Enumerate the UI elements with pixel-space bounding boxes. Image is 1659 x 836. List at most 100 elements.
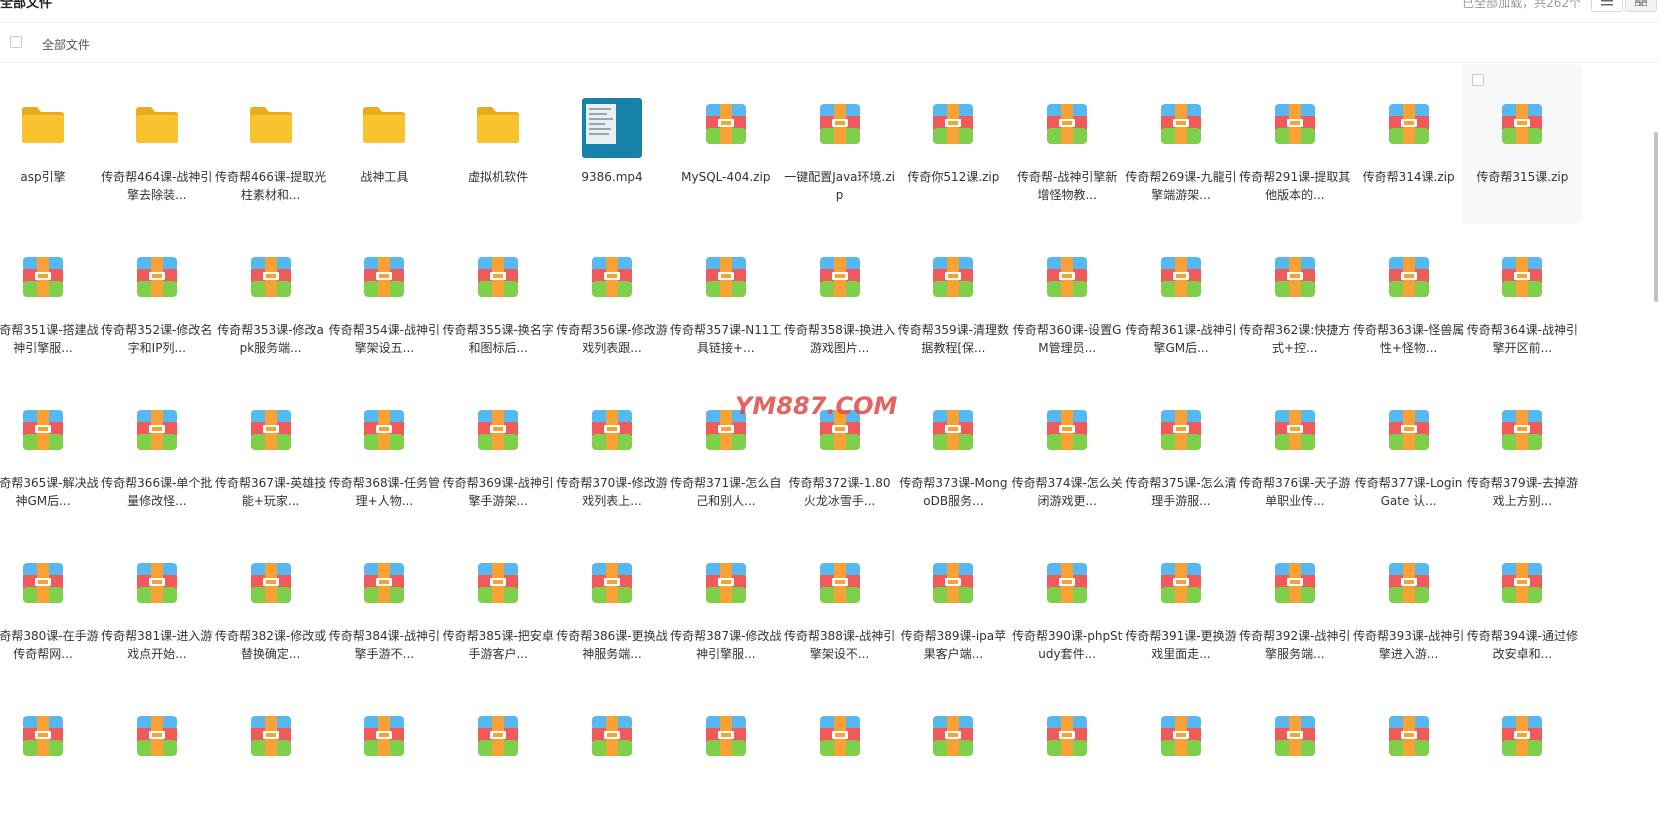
file-name[interactable]: 传奇帮354课-战神引擎架设五... (324, 321, 444, 357)
file-item[interactable] (97, 676, 217, 836)
file-item[interactable]: 传奇帮367课-英雄技能+玩家... (211, 370, 331, 530)
select-all-checkbox[interactable] (10, 36, 22, 48)
file-item[interactable] (438, 676, 558, 836)
file-item[interactable]: 传奇帮387课-修改战神引擎服... (666, 523, 786, 683)
file-item[interactable]: 传奇帮358课-换进入游戏图片... (780, 217, 900, 377)
file-name[interactable]: 传奇帮390课-phpStudy套件... (1007, 627, 1127, 663)
file-name[interactable]: 传奇帮466课-提取光柱素材和... (211, 168, 331, 204)
file-name[interactable]: 传奇帮351课-搭建战神引擎服... (0, 321, 103, 357)
file-item[interactable]: 传奇帮393课-战神引擎进入游... (1349, 523, 1469, 683)
file-item[interactable]: MySQL-404.zip (666, 64, 786, 224)
file-name[interactable]: 传奇帮353课-修改apk服务端... (211, 321, 331, 357)
file-name[interactable]: 传奇帮387课-修改战神引擎服... (666, 627, 786, 663)
file-name[interactable]: 传奇你512课.zip (893, 168, 1013, 186)
grid-view-button[interactable] (1625, 0, 1657, 12)
file-name[interactable]: 传奇帮389课-ipa苹果客户端... (893, 627, 1013, 663)
file-item[interactable] (893, 676, 1013, 836)
file-name[interactable]: 传奇帮391课-更换游戏里面走... (1121, 627, 1241, 663)
file-name[interactable]: asp引擎 (0, 168, 103, 186)
file-item[interactable]: 传奇帮360课-设置GM管理员... (1007, 217, 1127, 377)
file-item[interactable] (211, 676, 331, 836)
file-name[interactable]: 传奇帮382课-修改或替换确定... (211, 627, 331, 663)
file-item[interactable]: 9386.mp4 (552, 64, 672, 224)
file-item[interactable]: 传奇帮392课-战神引擎服务端... (1235, 523, 1355, 683)
file-item[interactable]: 传奇帮315课.zip (1462, 64, 1583, 224)
file-item[interactable]: 传奇帮376课-天子游单职业传... (1235, 370, 1355, 530)
file-name[interactable]: 传奇帮388课-战神引擎架设不... (780, 627, 900, 663)
file-name[interactable]: 传奇帮386课-更换战神服务端... (552, 627, 672, 663)
file-item[interactable] (1007, 676, 1127, 836)
file-name[interactable]: 传奇帮269课-九龍引擎端游架... (1121, 168, 1241, 204)
file-name[interactable]: 传奇帮315课.zip (1462, 168, 1582, 186)
file-name[interactable]: 传奇帮360课-设置GM管理员... (1007, 321, 1127, 357)
breadcrumb[interactable]: 全部文件 (42, 36, 90, 53)
file-name[interactable]: 传奇帮381课-进入游戏点开始... (97, 627, 217, 663)
file-item[interactable]: 传奇帮391课-更换游戏里面走... (1121, 523, 1241, 683)
file-item[interactable]: 传奇帮269课-九龍引擎端游架... (1121, 64, 1241, 224)
folder-item[interactable]: 虚拟机软件 (438, 64, 558, 224)
file-item[interactable]: 传奇你512课.zip (893, 64, 1013, 224)
file-item[interactable]: 传奇帮377课-LoginGate 认... (1349, 370, 1469, 530)
file-name[interactable]: 传奇帮-战神引擎新增怪物教... (1007, 168, 1127, 204)
file-item[interactable] (780, 676, 900, 836)
file-name[interactable]: 传奇帮374课-怎么关闭游戏更... (1007, 474, 1127, 510)
file-item[interactable] (552, 676, 672, 836)
file-item[interactable]: 传奇帮354课-战神引擎架设五... (324, 217, 444, 377)
file-name[interactable]: MySQL-404.zip (666, 168, 786, 186)
file-name[interactable]: 传奇帮379课-去掉游戏上方别... (1462, 474, 1582, 510)
file-name[interactable]: 传奇帮369课-战神引擎手游架... (438, 474, 558, 510)
file-item[interactable]: 传奇帮374课-怎么关闭游戏更... (1007, 370, 1127, 530)
file-name[interactable]: 传奇帮393课-战神引擎进入游... (1349, 627, 1469, 663)
file-item[interactable]: 传奇帮380课-在手游传奇帮网... (0, 523, 103, 683)
file-name[interactable]: 传奇帮376课-天子游单职业传... (1235, 474, 1355, 510)
file-name[interactable]: 传奇帮380课-在手游传奇帮网... (0, 627, 103, 663)
file-name[interactable]: 传奇帮464课-战神引擎去除装... (97, 168, 217, 204)
folder-item[interactable]: 传奇帮464课-战神引擎去除装... (97, 64, 217, 224)
file-item[interactable]: 传奇帮381课-进入游戏点开始... (97, 523, 217, 683)
file-name[interactable]: 传奇帮314课.zip (1349, 168, 1469, 186)
file-item[interactable]: 传奇帮394课-通过修改安卓和... (1462, 523, 1582, 683)
file-name[interactable]: 传奇帮372课-1.80火龙冰雪手... (780, 474, 900, 510)
file-item[interactable]: 传奇帮356课-修改游戏列表跟... (552, 217, 672, 377)
file-name[interactable]: 传奇帮361课-战神引擎GM后... (1121, 321, 1241, 357)
file-name[interactable]: 传奇帮367课-英雄技能+玩家... (211, 474, 331, 510)
file-name[interactable]: 传奇帮375课-怎么清理手游服... (1121, 474, 1241, 510)
file-item[interactable]: 传奇帮388课-战神引擎架设不... (780, 523, 900, 683)
file-item[interactable]: 传奇帮370课-修改游戏列表上... (552, 370, 672, 530)
file-name[interactable]: 虚拟机软件 (438, 168, 558, 186)
file-item[interactable]: 传奇帮357课-N11工具链接+... (666, 217, 786, 377)
file-item[interactable]: 传奇帮368课-任务管理+人物... (324, 370, 444, 530)
file-name[interactable]: 一键配置Java环境.zip (780, 168, 900, 204)
folder-item[interactable]: 传奇帮466课-提取光柱素材和... (211, 64, 331, 224)
file-name[interactable]: 传奇帮356课-修改游戏列表跟... (552, 321, 672, 357)
file-name[interactable]: 传奇帮370课-修改游戏列表上... (552, 474, 672, 510)
file-item[interactable] (666, 676, 786, 836)
file-name[interactable]: 传奇帮359课-清理数据教程[保... (893, 321, 1013, 357)
file-name[interactable]: 传奇帮366课-单个批量修改怪... (97, 474, 217, 510)
file-item[interactable]: 传奇帮379课-去掉游戏上方别... (1462, 370, 1582, 530)
file-item[interactable] (1462, 676, 1582, 836)
file-name[interactable]: 传奇帮384课-战神引擎手游不... (324, 627, 444, 663)
file-name[interactable]: 传奇帮392课-战神引擎服务端... (1235, 627, 1355, 663)
file-item[interactable]: 传奇帮363课-怪兽属性+怪物... (1349, 217, 1469, 377)
file-name[interactable]: 战神工具 (324, 168, 444, 186)
scrollbar-thumb[interactable] (1654, 132, 1658, 302)
file-item[interactable]: 传奇帮355课-换名字和图标后... (438, 217, 558, 377)
file-item[interactable] (1121, 676, 1241, 836)
file-item[interactable]: 传奇帮359课-清理数据教程[保... (893, 217, 1013, 377)
file-item[interactable]: 传奇帮366课-单个批量修改怪... (97, 370, 217, 530)
file-item[interactable]: 传奇帮291课-提取其他版本的... (1235, 64, 1355, 224)
item-checkbox[interactable] (1472, 74, 1485, 86)
file-name[interactable]: 传奇帮394课-通过修改安卓和... (1462, 627, 1582, 663)
file-item[interactable]: 传奇帮382课-修改或替换确定... (211, 523, 331, 683)
file-name[interactable]: 传奇帮355课-换名字和图标后... (438, 321, 558, 357)
file-name[interactable]: 传奇帮365课-解决战神GM后... (0, 474, 103, 510)
scrollbar[interactable] (1653, 62, 1659, 811)
file-item[interactable]: 传奇帮364课-战神引擎开区前... (1462, 217, 1582, 377)
file-name[interactable]: 传奇帮352课-修改名字和IP列... (97, 321, 217, 357)
file-name[interactable]: 传奇帮363课-怪兽属性+怪物... (1349, 321, 1469, 357)
file-name[interactable]: 传奇帮373课-MongoDB服务... (893, 474, 1013, 510)
file-item[interactable]: 传奇帮362课:快捷方式+控... (1235, 217, 1355, 377)
file-name[interactable]: 传奇帮377课-LoginGate 认... (1349, 474, 1469, 510)
file-item[interactable]: 传奇帮390课-phpStudy套件... (1007, 523, 1127, 683)
